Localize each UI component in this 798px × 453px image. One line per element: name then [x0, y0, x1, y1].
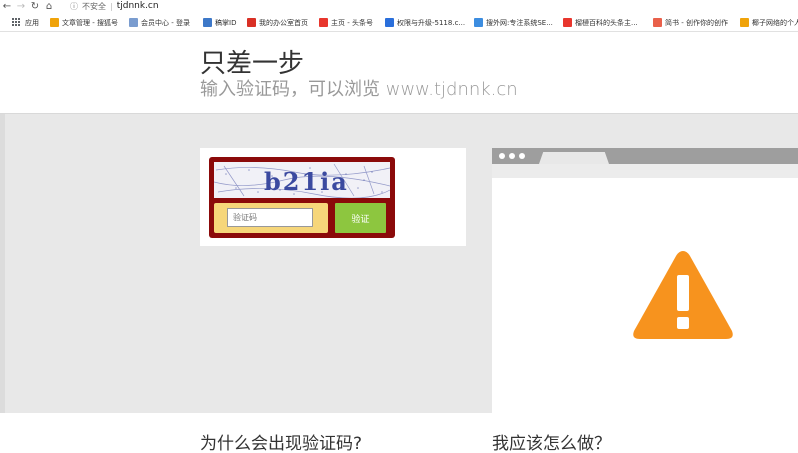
help-section: 为什么会出现验证码? 我应该怎么做？ — [0, 413, 798, 453]
bookmark-item[interactable]: 主页 - 头条号 — [319, 13, 373, 31]
office-icon — [247, 18, 256, 27]
page-icon — [129, 18, 138, 27]
captcha-box: b21ia 验证 — [209, 157, 395, 238]
bookmark-label: 椰子网络的个人... — [752, 18, 798, 27]
forward-icon[interactable]: → — [14, 0, 28, 12]
captcha-noise-svg: b21ia — [214, 162, 390, 198]
window-dot-icon — [499, 153, 505, 159]
address-bar: ← → ↻ ⌂ ⓘ 不安全 | tjdnnk.cn — [0, 0, 798, 12]
bookmark-label: 搜外网:专注系统SE... — [486, 18, 553, 27]
reload-icon[interactable]: ↻ — [28, 0, 42, 12]
bookmark-label: 稿掌ID — [215, 18, 237, 27]
sohu-icon — [740, 18, 749, 27]
left-strip — [0, 114, 5, 413]
jianshu-icon — [653, 18, 662, 27]
bookmark-item[interactable]: 应用 — [12, 13, 39, 31]
info-icon[interactable]: ⓘ — [70, 1, 78, 12]
bookmark-label: 应用 — [25, 18, 39, 27]
why-captcha-heading: 为什么会出现验证码? — [200, 434, 363, 453]
address-separator: | — [110, 1, 113, 11]
toutiao-icon — [319, 18, 328, 27]
gear-icon — [203, 18, 212, 27]
illustration-tab — [539, 152, 609, 164]
window-dot-icon — [519, 153, 525, 159]
warning-icon — [633, 251, 733, 339]
bookmark-label: 简书 - 创作你的创作 — [665, 18, 728, 27]
illustration-titlebar — [492, 148, 798, 164]
bookmark-label: 权限与升级-5118.c... — [397, 18, 466, 27]
bookmark-item[interactable]: 权限与升级-5118.c... — [385, 13, 466, 31]
apps-grid-icon — [12, 18, 21, 27]
bookmark-item[interactable]: 榴槤百科的头条主... — [563, 13, 638, 31]
security-label[interactable]: 不安全 — [82, 1, 106, 12]
globe-icon — [385, 18, 394, 27]
verify-button[interactable]: 验证 — [335, 203, 386, 233]
sohu-icon — [50, 18, 59, 27]
captcha-text: b21ia — [264, 167, 349, 196]
bookmarks-bar: 应用 文章管理 - 搜狐号 会员中心 - 登录 稿掌ID 我的办公室首页 主页 - 头条号… — [0, 13, 798, 32]
toutiao-icon — [563, 18, 572, 27]
s-icon — [474, 18, 483, 27]
captcha-panel: b21ia 验证 — [200, 148, 466, 246]
illustration-toolbar — [492, 164, 798, 178]
what-to-do-heading: 我应该怎么做？ — [492, 434, 611, 453]
bookmark-item[interactable]: 搜外网:专注系统SE... — [474, 13, 553, 31]
captcha-input-wrapper — [214, 203, 328, 233]
window-dot-icon — [509, 153, 515, 159]
captcha-input[interactable] — [227, 208, 313, 227]
bookmark-label: 我的办公室首页 — [259, 18, 308, 27]
page-header: 只差一步 输入验证码，可以浏览 www.tjdnnk.cn — [0, 33, 798, 113]
home-icon[interactable]: ⌂ — [42, 0, 56, 12]
bookmark-item[interactable]: 椰子网络的个人... — [740, 13, 798, 31]
bookmark-item[interactable]: 简书 - 创作你的创作 — [653, 13, 728, 31]
bookmark-item[interactable]: 会员中心 - 登录 — [129, 13, 190, 31]
back-icon[interactable]: ← — [0, 0, 14, 12]
bookmark-label: 会员中心 - 登录 — [141, 18, 190, 27]
bookmark-label: 文章管理 - 搜狐号 — [62, 18, 118, 27]
captcha-image[interactable]: b21ia — [214, 162, 390, 198]
browser-illustration — [492, 148, 798, 413]
page-subtitle: 输入验证码，可以浏览 www.tjdnnk.cn — [200, 79, 518, 100]
bookmark-item[interactable]: 文章管理 - 搜狐号 — [50, 13, 118, 31]
bookmark-item[interactable]: 我的办公室首页 — [247, 13, 308, 31]
browser-window: ← → ↻ ⌂ ⓘ 不安全 | tjdnnk.cn 应用 文章管理 - 搜狐号 会员… — [0, 0, 798, 453]
url-field[interactable]: tjdnnk.cn — [117, 1, 159, 11]
bookmark-item[interactable]: 稿掌ID — [203, 13, 237, 31]
bookmark-label: 主页 - 头条号 — [331, 18, 373, 27]
bookmark-label: 榴槤百科的头条主... — [575, 18, 638, 27]
